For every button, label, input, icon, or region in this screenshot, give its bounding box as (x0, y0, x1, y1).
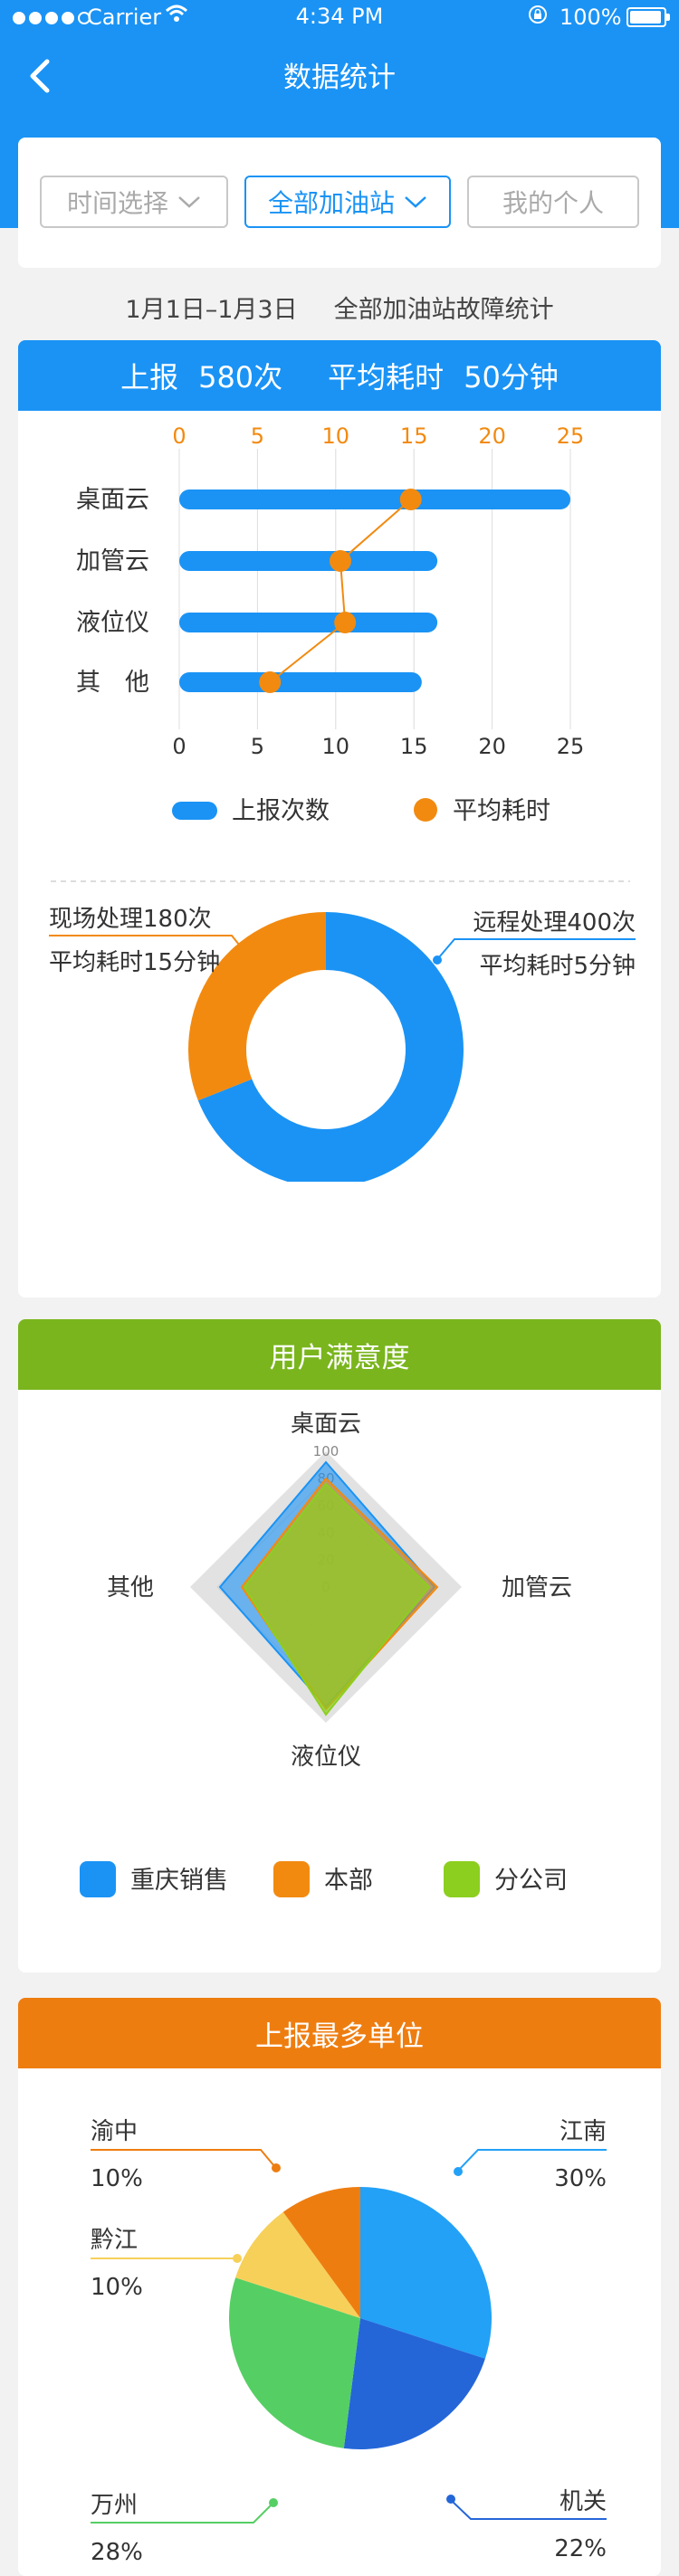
bottom-tick-label: 20 (478, 734, 506, 759)
time-select-dropdown[interactable]: 时间选择 (40, 176, 228, 228)
unit-name-label: 机关 (559, 2488, 607, 2515)
radar-legend-label: 本部 (324, 1867, 373, 1895)
radar-axis-label: 桌面云 (291, 1411, 361, 1438)
onsite-sub-label: 平均耗时15分钟 (49, 949, 220, 976)
report-count-value: 580次 (198, 360, 283, 394)
report-count-bar (179, 672, 422, 692)
legend-report-label: 上报次数 (232, 797, 330, 825)
report-count-bar (179, 613, 438, 632)
fault-bar-chart: 00551010151520202525桌面云加管云液位仪其 他上报次数 平均耗时… (49, 423, 636, 1182)
category-label: 其 他 (76, 669, 149, 697)
satisfaction-card: 用户满意度 100806040200桌面云加管云液位仪其他重庆销售本部分公司 (18, 1319, 661, 1972)
unit-percent-label: 22% (554, 2535, 607, 2562)
onsite-label: 现场处理180次 (49, 906, 212, 933)
bottom-tick-label: 25 (557, 734, 585, 759)
avg-time-point (334, 612, 357, 633)
chevron-down-icon (178, 196, 200, 208)
unit-leader-dot (446, 2495, 455, 2504)
top-units-title: 上报最多单位 (18, 1998, 661, 2068)
unit-percent-label: 10% (91, 2165, 143, 2192)
onsite-leader-dot (244, 952, 253, 961)
avg-time-value: 50分钟 (464, 360, 559, 394)
legend-avg-swatch (414, 798, 437, 822)
chevron-down-icon (405, 196, 426, 208)
summary-caption: 1月1日–1月3日 全部加油站故障统计 (0, 290, 679, 325)
time-select-label: 时间选择 (66, 188, 168, 218)
radar-legend-label: 分公司 (494, 1867, 568, 1895)
top-tick-label: 25 (557, 423, 585, 449)
remote-leader-dot (433, 955, 442, 965)
top-units-pie-chart: 江南 30% 机关 22% 万州 28% 黔江 10% 渝中 10% (91, 2118, 607, 2566)
radar-axis-label: 加管云 (502, 1574, 572, 1602)
status-bar: Carrier 4:34 PM 100% (0, 0, 679, 36)
radar-legend-label: 重庆销售 (130, 1867, 228, 1895)
station-select-label: 全部加油站 (267, 188, 395, 218)
top-tick-label: 0 (172, 423, 186, 449)
unit-leader-dot (269, 2498, 278, 2507)
filter-card: 时间选择 全部加油站 我的个人 (18, 138, 661, 268)
bottom-tick-label: 15 (400, 734, 428, 759)
radar-tick-label: 100 (313, 1443, 340, 1459)
unit-leader-dot (233, 2254, 242, 2263)
unit-leader-dot (272, 2163, 281, 2172)
radar-axis-label: 液位仪 (291, 1744, 361, 1771)
unit-name-label: 黔江 (91, 2227, 138, 2254)
radar-legend-swatch (273, 1861, 310, 1897)
unit-name-label: 渝中 (91, 2118, 138, 2145)
fault-stats-card: 上报 580次 平均耗时 50分钟 0 0 5 5 10 10 15 15 20 20 25 25 桌面云加… (18, 340, 661, 1298)
unit-percent-label: 28% (91, 2539, 143, 2566)
top-tick-label: 10 (322, 423, 350, 449)
remote-sub-label: 平均耗时5分钟 (479, 953, 636, 980)
category-label: 桌面云 (76, 486, 149, 514)
unit-name-label: 江南 (559, 2118, 607, 2145)
category-label: 液位仪 (76, 609, 149, 637)
my-personal-button[interactable]: 我的个人 (467, 176, 639, 228)
report-count-label: 上报 (120, 360, 179, 394)
battery-icon (626, 7, 670, 27)
top-tick-label: 20 (478, 423, 506, 449)
legend-report-swatch (172, 802, 217, 820)
donut-slice (187, 912, 326, 1101)
avg-time-point (399, 489, 422, 510)
battery-percent: 100% (559, 5, 622, 30)
top-tick-label: 5 (251, 423, 264, 449)
radar-legend-swatch (80, 1861, 116, 1897)
report-count-bar (179, 551, 438, 571)
page-title: 数据统计 (283, 62, 396, 94)
category-label: 加管云 (76, 547, 149, 575)
bottom-tick-label: 10 (322, 734, 350, 759)
radar-axis-label: 其他 (107, 1574, 154, 1602)
report-stats-bar: 上报 580次 平均耗时 50分钟 (18, 340, 661, 411)
satisfaction-radar-chart: 100806040200桌面云加管云液位仪其他重庆销售本部分公司 (80, 1411, 572, 1897)
legend-avg-label: 平均耗时 (453, 797, 550, 825)
avg-time-point (329, 550, 351, 572)
bottom-tick-label: 0 (172, 734, 186, 759)
satisfaction-title: 用户满意度 (18, 1319, 661, 1390)
top-tick-label: 15 (400, 423, 428, 449)
avg-time-line (269, 499, 412, 683)
remote-label: 远程处理400次 (473, 909, 636, 936)
unit-name-label: 万州 (91, 2492, 138, 2519)
summary-title: 全部加油站故障统计 (333, 296, 554, 324)
unit-percent-label: 30% (554, 2165, 607, 2192)
avg-time-label: 平均耗时 (328, 360, 445, 394)
report-count-bar (179, 490, 570, 509)
orientation-lock-icon (527, 4, 549, 31)
station-select-dropdown[interactable]: 全部加油站 (244, 176, 451, 228)
unit-leader-dot (454, 2167, 463, 2176)
top-units-card: 上报最多单位 江南 30% 机关 22% 万州 28% 黔江 10% 渝中 10% (18, 1998, 661, 2576)
date-range: 1月1日–1月3日 (125, 296, 298, 324)
unit-percent-label: 10% (91, 2274, 143, 2301)
radar-legend-swatch (444, 1861, 480, 1897)
avg-time-point (259, 671, 282, 693)
my-personal-label: 我的个人 (502, 188, 604, 218)
bottom-tick-label: 5 (251, 734, 264, 759)
unit-leader-line (91, 2149, 275, 2167)
